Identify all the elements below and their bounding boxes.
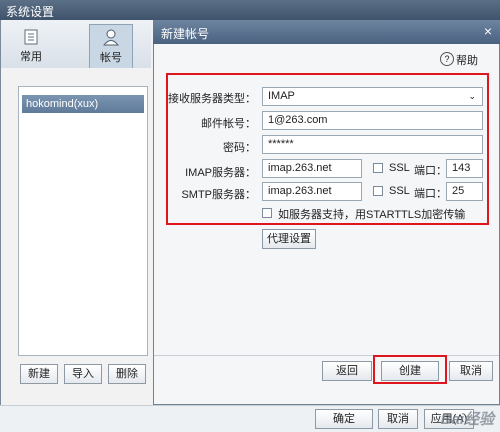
password-label: 密码： [223,142,256,154]
close-icon[interactable]: × [484,23,492,39]
starttls-checkbox[interactable] [262,208,272,218]
help-icon: ? [440,52,454,66]
tab-account[interactable]: 帐号 [89,24,133,68]
account-list: hokomind(xux) [18,86,148,356]
server-type-label: 接收服务器类型： [168,93,256,105]
footer-cancel-button[interactable]: 取消 [378,409,418,429]
smtp-server-field[interactable]: imap.263.net [262,182,362,201]
ok-button[interactable]: 确定 [315,409,373,429]
smtp-ssl-label: SSL [389,185,410,197]
imap-server-field[interactable]: imap.263.net [262,159,362,178]
import-button[interactable]: 导入 [64,364,102,384]
help-link[interactable]: ? 帮助 [440,52,496,68]
smtp-ssl-checkbox[interactable] [373,186,383,196]
settings-toolbar: 常用 帐号 [1,20,151,68]
tab-account-label: 帐号 [100,52,122,64]
password-field[interactable]: ****** [262,135,483,154]
dialog-title: 新建帐号 [161,27,210,41]
user-icon [102,29,120,46]
create-button[interactable]: 创建 [381,361,439,381]
smtp-server-label: SMTP服务器： [181,189,256,201]
smtp-port-label: 端口： [414,188,447,200]
document-icon [24,29,38,45]
starttls-label: 如服务器支持，用STARTTLS加密传输 [278,209,466,221]
tab-common[interactable]: 常用 [9,24,53,68]
dialog-cancel-button[interactable]: 取消 [449,361,493,381]
server-type-value: IMAP [268,90,295,102]
tab-common-label: 常用 [20,51,42,63]
window-title: 系统设置 [6,5,55,19]
imap-port-label: 端口： [414,165,447,177]
account-list-item[interactable]: hokomind(xux) [22,95,144,113]
help-label: 帮助 [456,55,478,67]
chevron-down-icon: ⌄ [468,91,476,101]
imap-ssl-label: SSL [389,162,410,174]
email-label: 邮件帐号： [201,118,256,130]
email-field[interactable]: 1@263.com [262,111,483,130]
window-title-bar: 系统设置 [0,0,500,20]
imap-ssl-checkbox[interactable] [373,163,383,173]
delete-button[interactable]: 删除 [108,364,146,384]
imap-server-label: IMAP服务器： [185,167,256,179]
baidu-watermark: Bai经验 [440,411,494,428]
proxy-settings-button[interactable]: 代理设置 [262,229,316,249]
dialog-title-bar: 新建帐号 × [153,20,500,44]
new-account-button[interactable]: 新建 [20,364,58,384]
imap-port-field[interactable]: 143 [446,159,483,178]
dialog-divider [154,355,499,356]
server-type-select[interactable]: IMAP ⌄ [262,87,483,106]
smtp-port-field[interactable]: 25 [446,182,483,201]
back-button[interactable]: 返回 [322,361,372,381]
